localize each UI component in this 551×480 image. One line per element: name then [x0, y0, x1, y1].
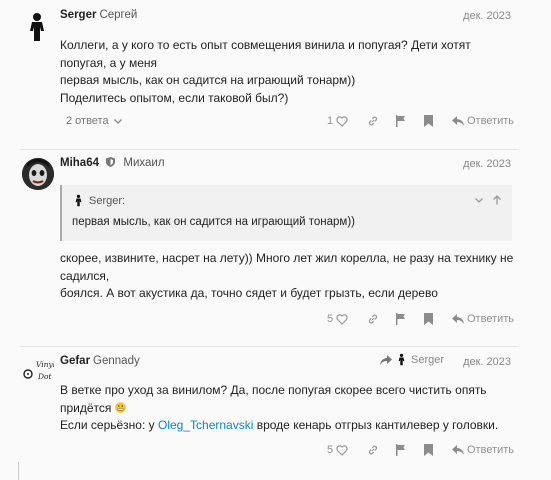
post-date[interactable]: дек. 2023	[463, 10, 511, 22]
quote-author[interactable]: Serger:	[74, 194, 125, 207]
like-button[interactable]: 5	[327, 313, 348, 325]
post-meta: Serger Сергей	[60, 9, 137, 21]
flag-button[interactable]	[395, 115, 406, 127]
quote-author-name: Serger:	[89, 194, 126, 207]
bookmark-button[interactable]	[424, 115, 433, 127]
username[interactable]: Serger	[60, 9, 96, 21]
thread-gutter-line	[18, 462, 19, 480]
post-line: первая мысль, как он садится на играющий…	[60, 73, 356, 87]
post-line: Коллеги, а у кого то есть опыт совмещени…	[60, 38, 471, 70]
chevron-down-icon[interactable]	[474, 195, 484, 205]
bookmark-icon	[424, 313, 433, 325]
shield-icon	[106, 157, 116, 167]
flag-icon	[396, 444, 405, 456]
logo-text: Vinyl	[36, 360, 54, 369]
bookmark-button[interactable]	[424, 444, 433, 456]
heart-icon	[336, 115, 348, 127]
quote-block: Serger: первая мысль, как он садится на …	[60, 185, 512, 241]
user-mention-link[interactable]: Oleg_Tchernavski	[158, 418, 253, 432]
bookmark-button[interactable]	[424, 313, 433, 325]
full-name: Сергей	[99, 9, 138, 21]
avatar-photo	[22, 158, 54, 190]
reply-button[interactable]: Ответить	[452, 444, 514, 456]
post-actions: 2 ответа 1 Ответить	[60, 115, 514, 131]
post-body: Коллеги, а у кого то есть опыт совмещени…	[60, 37, 515, 107]
user-silhouette-icon	[30, 13, 44, 41]
flag-icon	[396, 313, 405, 325]
post-line: боялся. А вот акустика да, точно сядет и…	[60, 286, 438, 300]
grimace-emoji-icon	[114, 401, 126, 413]
vinyl-dot-logo: Vinyl Dot	[23, 360, 56, 381]
post-actions: 5 Ответить	[60, 313, 514, 329]
post-body: В ветке про уход за винилом? Да, после п…	[60, 382, 515, 435]
bookmark-icon	[424, 444, 433, 456]
reply-arrow-icon	[452, 314, 464, 324]
like-button[interactable]: 5	[327, 444, 348, 456]
username[interactable]: Gefar	[60, 355, 90, 367]
quote-text: первая мысль, как он садится на играющий…	[72, 216, 355, 228]
reply-label: Ответить	[467, 313, 515, 325]
post-line: Поделитесь опытом, если таковой был?)	[60, 90, 289, 105]
like-count: 5	[327, 313, 334, 325]
post-date[interactable]: дек. 2023	[463, 356, 511, 368]
reply-label: Ответить	[467, 115, 515, 127]
like-button[interactable]: 1	[327, 115, 348, 127]
avatar[interactable]	[26, 12, 58, 44]
reply-to-username: Serger	[411, 353, 445, 366]
reply-arrow-icon	[452, 116, 464, 126]
heart-icon	[336, 444, 348, 456]
avatar[interactable]: Vinyl Dot	[22, 356, 56, 388]
post-body: скорее, извините, насрет на лету)) Много…	[60, 250, 515, 303]
show-replies-button[interactable]: 2 ответа	[66, 115, 123, 127]
copy-link-button[interactable]	[367, 313, 379, 325]
full-name: Gennady	[93, 355, 140, 367]
post-actions: 5 Ответить	[60, 444, 514, 460]
copy-link-button[interactable]	[367, 444, 379, 456]
avatar[interactable]	[22, 158, 54, 190]
reply-label: Ответить	[467, 444, 515, 456]
logo-text: Dot	[37, 372, 53, 381]
replies-count: 2 ответа	[66, 115, 109, 127]
link-icon	[368, 314, 378, 324]
post-meta: Miha64 Михаил	[60, 157, 165, 169]
post-line: Если серьёзно: у Oleg_Tchernavski вроде …	[60, 418, 499, 432]
username[interactable]: Miha64	[60, 157, 99, 169]
user-silhouette-icon	[398, 353, 405, 366]
copy-link-button[interactable]	[367, 115, 379, 127]
reply-arrow-icon	[452, 445, 464, 455]
post-date[interactable]: дек. 2023	[463, 158, 511, 170]
link-icon	[368, 445, 378, 455]
quote-controls	[474, 195, 502, 205]
like-count: 5	[327, 444, 334, 456]
link-icon	[368, 116, 378, 126]
flag-icon	[396, 115, 405, 127]
post-line: скорее, извините, насрет на лету)) Много…	[60, 251, 514, 283]
flag-button[interactable]	[395, 444, 406, 456]
reply-forward-icon	[380, 354, 392, 365]
post-meta: Gefar Gennady	[60, 355, 140, 367]
chevron-down-icon	[113, 119, 122, 124]
full-name: Михаил	[123, 157, 165, 169]
post-divider	[20, 346, 518, 347]
reply-button[interactable]: Ответить	[452, 313, 514, 325]
post-divider	[20, 149, 518, 150]
post-line: В ветке про уход за винилом? Да, после п…	[60, 383, 487, 415]
reply-to-indicator[interactable]: Serger	[380, 353, 444, 366]
bookmark-icon	[424, 115, 433, 127]
flag-button[interactable]	[395, 313, 406, 325]
user-silhouette-icon	[75, 194, 82, 207]
heart-icon	[336, 313, 348, 325]
like-count: 1	[327, 115, 334, 127]
arrow-up-icon[interactable]	[492, 195, 502, 205]
reply-button[interactable]: Ответить	[452, 115, 514, 127]
